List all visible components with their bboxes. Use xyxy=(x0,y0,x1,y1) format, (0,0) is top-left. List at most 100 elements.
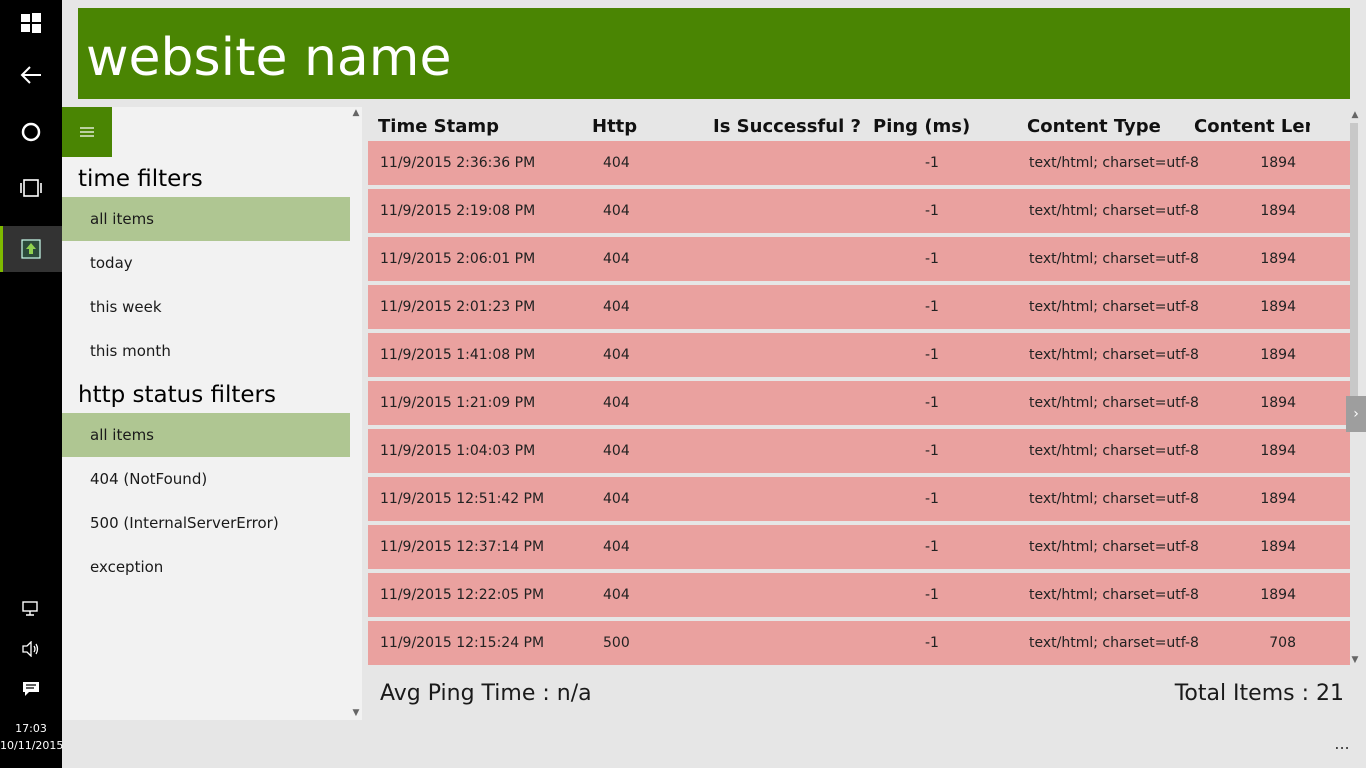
cell-ping: -1 xyxy=(925,251,939,267)
http-status-filters-heading: http status filters xyxy=(78,382,276,408)
cell-time-stamp: 11/9/2015 12:51:42 PM xyxy=(380,491,545,507)
table-row[interactable]: 11/9/2015 12:15:24 PM 500 -1 text/html; cha… xyxy=(368,621,1350,665)
table-row[interactable]: 11/9/2015 2:36:36 PM 404 -1 text/html; char… xyxy=(368,141,1350,185)
cell-content-length: 1894 xyxy=(1260,443,1296,459)
app-icon[interactable] xyxy=(0,226,62,272)
page-title: website name xyxy=(86,28,452,88)
cell-time-stamp: 11/9/2015 2:06:01 PM xyxy=(380,251,536,267)
sidebar-scroll-down-icon[interactable]: ▼ xyxy=(350,707,362,719)
table-row[interactable]: 11/9/2015 2:19:08 PM 404 -1 text/html; char… xyxy=(368,189,1350,233)
taskbar: 17:03 10/11/2015 xyxy=(0,0,64,768)
cell-http: 404 xyxy=(603,395,630,411)
grid-header: Time Stamp Http Is Successful ? Ping (ms… xyxy=(368,111,1350,143)
time-filter-this-month[interactable]: this month xyxy=(62,329,350,373)
time-filter-today[interactable]: today xyxy=(62,241,350,285)
clock-date: 10/11/2015 xyxy=(0,739,64,752)
cell-content-type: text/html; charset=utf-8 xyxy=(1029,251,1199,267)
column-header-content-type[interactable]: Content Type xyxy=(1027,115,1161,139)
cell-content-length: 1894 xyxy=(1260,347,1296,363)
flip-next-button[interactable]: › xyxy=(1346,396,1366,432)
cell-time-stamp: 11/9/2015 2:01:23 PM xyxy=(380,299,536,315)
cell-content-length: 1894 xyxy=(1260,299,1296,315)
hamburger-menu-button[interactable] xyxy=(62,107,112,157)
cell-content-length: 1894 xyxy=(1260,251,1296,267)
cell-http: 404 xyxy=(603,299,630,315)
status-filter-all-items[interactable]: all items xyxy=(62,413,350,457)
table-row[interactable]: 11/9/2015 12:51:42 PM 404 -1 text/html; cha… xyxy=(368,477,1350,521)
time-filters-heading: time filters xyxy=(78,166,203,192)
cell-ping: -1 xyxy=(925,587,939,603)
appbar-more-button[interactable]: ... xyxy=(1330,734,1354,754)
sidebar: time filters all items today this week t… xyxy=(62,107,350,720)
table-row[interactable]: 11/9/2015 1:41:08 PM 404 -1 text/html; char… xyxy=(368,333,1350,377)
windows-start-icon[interactable] xyxy=(0,0,62,46)
task-view-icon[interactable] xyxy=(0,165,62,211)
table-row[interactable]: 11/9/2015 12:22:05 PM 404 -1 text/html; cha… xyxy=(368,573,1350,617)
cell-ping: -1 xyxy=(925,203,939,219)
total-items: Total Items : 21 xyxy=(1174,681,1344,706)
cell-time-stamp: 11/9/2015 12:22:05 PM xyxy=(380,587,545,603)
cell-http: 404 xyxy=(603,251,630,267)
cell-content-length: 1894 xyxy=(1260,539,1296,555)
chevron-right-icon: › xyxy=(1353,406,1359,422)
cell-http: 404 xyxy=(603,539,630,555)
column-header-ping[interactable]: Ping (ms) xyxy=(873,115,970,139)
table-row[interactable]: 11/9/2015 12:37:14 PM 404 -1 text/html; cha… xyxy=(368,525,1350,569)
cell-time-stamp: 11/9/2015 1:04:03 PM xyxy=(380,443,536,459)
main-content: Time Stamp Http Is Successful ? Ping (ms… xyxy=(362,107,1366,768)
cell-ping: -1 xyxy=(925,443,939,459)
cell-content-length: 1894 xyxy=(1260,491,1296,507)
grid-scroll-down-icon[interactable]: ▼ xyxy=(1350,655,1360,667)
cell-http: 404 xyxy=(603,443,630,459)
cell-content-length: 708 xyxy=(1269,635,1296,651)
time-filter-this-week[interactable]: this week xyxy=(62,285,350,329)
cell-ping: -1 xyxy=(925,539,939,555)
status-filter-exception[interactable]: exception xyxy=(62,545,350,589)
back-arrow-icon[interactable] xyxy=(0,52,62,98)
cell-http: 404 xyxy=(603,587,630,603)
cell-time-stamp: 11/9/2015 2:36:36 PM xyxy=(380,155,536,171)
column-header-is-successful[interactable]: Is Successful ? xyxy=(713,115,861,139)
cell-ping: -1 xyxy=(925,299,939,315)
cell-content-type: text/html; charset=utf-8 xyxy=(1029,155,1199,171)
time-filter-all-items[interactable]: all items xyxy=(62,197,350,241)
grid-scrollbar-thumb[interactable] xyxy=(1350,123,1358,401)
cell-content-type: text/html; charset=utf-8 xyxy=(1029,395,1199,411)
sidebar-scroll-up-icon[interactable]: ▲ xyxy=(350,107,362,119)
cell-content-type: text/html; charset=utf-8 xyxy=(1029,443,1199,459)
cell-http: 500 xyxy=(603,635,630,651)
table-row[interactable]: 11/9/2015 2:06:01 PM 404 -1 text/html; char… xyxy=(368,237,1350,281)
cell-ping: -1 xyxy=(925,395,939,411)
cell-time-stamp: 11/9/2015 1:41:08 PM xyxy=(380,347,536,363)
cell-ping: -1 xyxy=(925,491,939,507)
sidebar-scrollbar[interactable] xyxy=(350,107,362,720)
cell-content-type: text/html; charset=utf-8 xyxy=(1029,203,1199,219)
action-center-icon[interactable] xyxy=(0,666,62,712)
cell-content-type: text/html; charset=utf-8 xyxy=(1029,635,1199,651)
avg-ping-time: Avg Ping Time : n/a xyxy=(380,681,592,706)
status-filter-500[interactable]: 500 (InternalServerError) xyxy=(62,501,350,545)
clock-time: 17:03 xyxy=(15,722,47,735)
cell-http: 404 xyxy=(603,347,630,363)
cell-content-length: 1894 xyxy=(1260,587,1296,603)
table-row[interactable]: 11/9/2015 1:04:03 PM 404 -1 text/html; char… xyxy=(368,429,1350,473)
cell-http: 404 xyxy=(603,155,630,171)
column-header-time-stamp[interactable]: Time Stamp xyxy=(378,115,499,139)
cell-ping: -1 xyxy=(925,347,939,363)
cell-content-length: 1894 xyxy=(1260,395,1296,411)
cell-content-length: 1894 xyxy=(1260,203,1296,219)
cortana-circle-icon[interactable] xyxy=(0,109,62,155)
cell-content-length: 1894 xyxy=(1260,155,1296,171)
grid-scrollbar[interactable] xyxy=(1350,123,1358,663)
cell-ping: -1 xyxy=(925,155,939,171)
table-row[interactable]: 11/9/2015 2:01:23 PM 404 -1 text/html; char… xyxy=(368,285,1350,329)
grid-scroll-up-icon[interactable]: ▲ xyxy=(1350,110,1360,122)
table-row[interactable]: 11/9/2015 1:21:09 PM 404 -1 text/html; char… xyxy=(368,381,1350,425)
cell-content-type: text/html; charset=utf-8 xyxy=(1029,347,1199,363)
column-header-http[interactable]: Http xyxy=(592,115,637,139)
cell-content-type: text/html; charset=utf-8 xyxy=(1029,539,1199,555)
system-clock[interactable]: 17:03 10/11/2015 xyxy=(0,720,64,754)
status-filter-404[interactable]: 404 (NotFound) xyxy=(62,457,350,501)
cell-time-stamp: 11/9/2015 12:15:24 PM xyxy=(380,635,545,651)
column-header-content-length[interactable]: Content Leng xyxy=(1194,115,1310,139)
